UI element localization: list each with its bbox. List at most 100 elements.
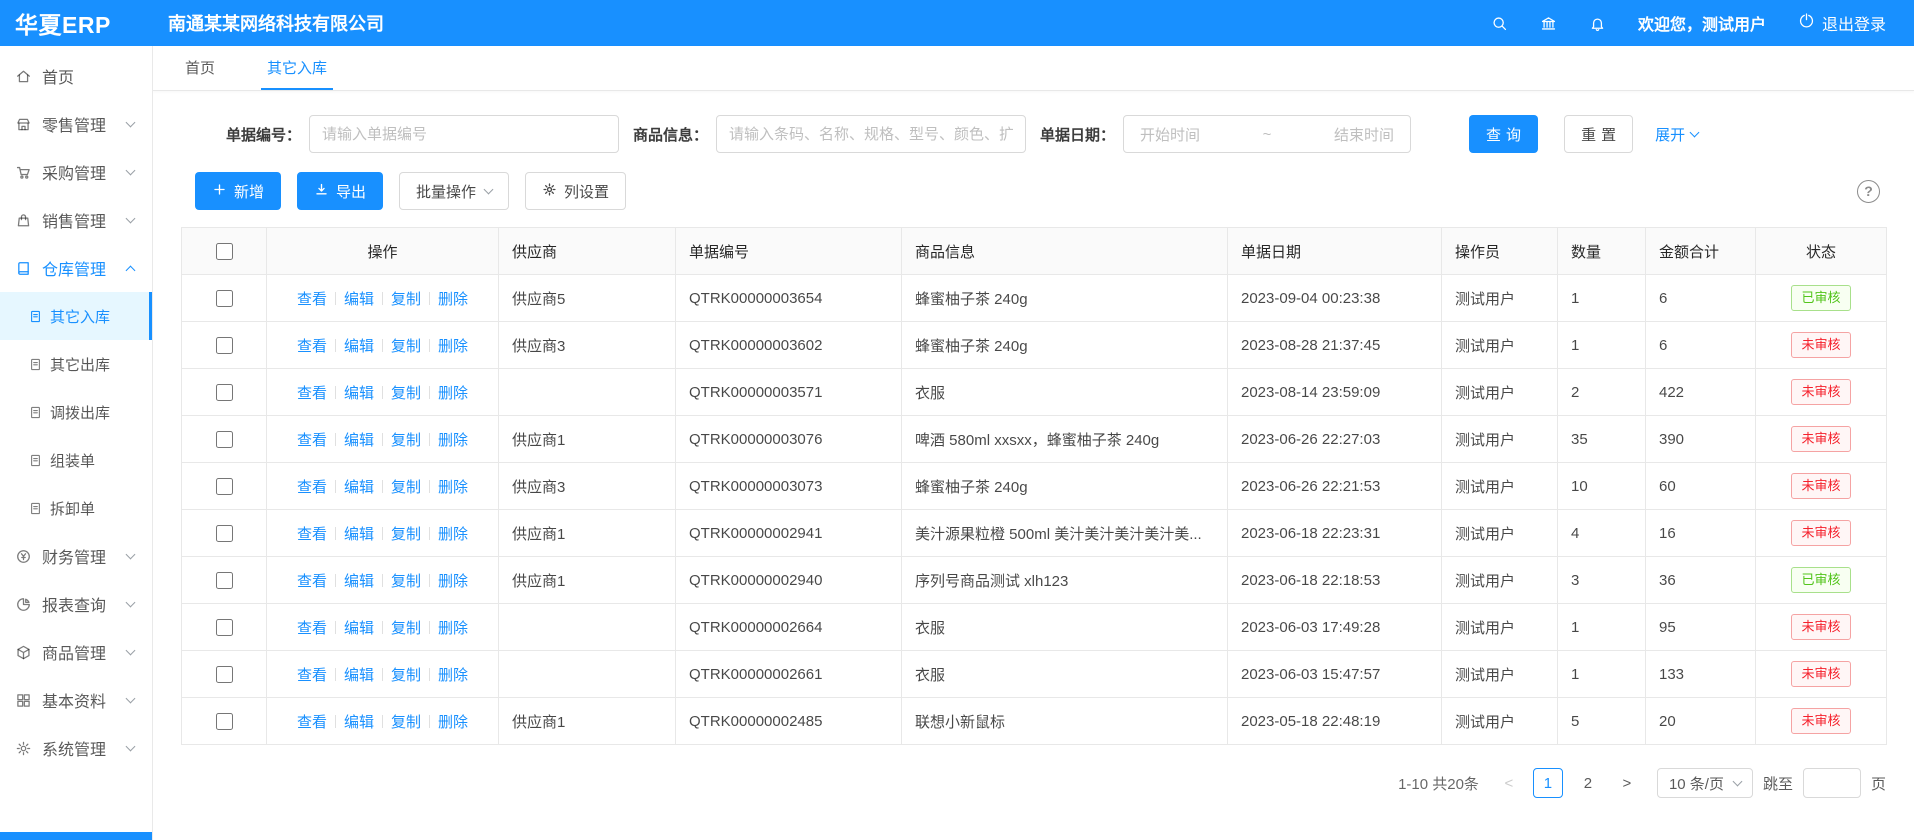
action-view[interactable]: 查看 xyxy=(297,526,327,543)
help-icon[interactable]: ? xyxy=(1857,180,1880,203)
action-view[interactable]: 查看 xyxy=(297,291,327,308)
action-delete[interactable]: 删除 xyxy=(438,338,468,355)
action-view[interactable]: 查看 xyxy=(297,714,327,731)
action-view[interactable]: 查看 xyxy=(297,479,327,496)
action-view[interactable]: 查看 xyxy=(297,573,327,590)
status-cell: 未审核 xyxy=(1756,322,1887,369)
doc-no-input[interactable] xyxy=(309,115,619,153)
sidebar-subitem-other-outbound[interactable]: 其它出库 xyxy=(0,340,152,388)
table-row: 查看编辑复制删除QTRK00000003571衣服2023-08-14 23:5… xyxy=(182,369,1887,416)
action-edit[interactable]: 编辑 xyxy=(344,385,374,402)
select-all-checkbox[interactable] xyxy=(216,243,233,260)
sidebar-item-warehouse[interactable]: 仓库管理 xyxy=(0,244,152,292)
action-delete[interactable]: 删除 xyxy=(438,714,468,731)
tab-home[interactable]: 首页 xyxy=(179,46,221,90)
row-checkbox[interactable] xyxy=(216,619,233,636)
sidebar-subitem-assembly-order[interactable]: 组装单 xyxy=(0,436,152,484)
row-checkbox[interactable] xyxy=(216,525,233,542)
doc-date-filter: 单据日期： 开始时间 ~ 结束时间 xyxy=(1040,115,1411,153)
sidebar-subitem-transfer-outbound[interactable]: 调拨出库 xyxy=(0,388,152,436)
sidebar-item-basic[interactable]: 基本资料 xyxy=(0,676,152,724)
action-edit[interactable]: 编辑 xyxy=(344,620,374,637)
sidebar-item-product[interactable]: 商品管理 xyxy=(0,628,152,676)
tab-other-inbound[interactable]: 其它入库 xyxy=(261,46,333,90)
notifications-icon[interactable] xyxy=(1589,15,1606,32)
action-copy[interactable]: 复制 xyxy=(391,667,421,684)
row-checkbox[interactable] xyxy=(216,572,233,589)
sidebar-scrollbar[interactable] xyxy=(0,832,152,840)
export-button[interactable]: 导出 xyxy=(297,172,383,210)
sidebar-subitem-disassembly-order[interactable]: 拆卸单 xyxy=(0,484,152,532)
action-delete[interactable]: 删除 xyxy=(438,573,468,590)
page-2[interactable]: 2 xyxy=(1573,768,1603,798)
sidebar-item-home[interactable]: 首页 xyxy=(0,52,152,100)
search-button[interactable]: 查询 xyxy=(1469,115,1538,153)
welcome-user[interactable]: 欢迎您，测试用户 xyxy=(1638,11,1766,35)
action-edit[interactable]: 编辑 xyxy=(344,432,374,449)
action-edit[interactable]: 编辑 xyxy=(344,714,374,731)
action-view[interactable]: 查看 xyxy=(297,338,327,355)
action-copy[interactable]: 复制 xyxy=(391,714,421,731)
action-copy[interactable]: 复制 xyxy=(391,620,421,637)
action-view[interactable]: 查看 xyxy=(297,620,327,637)
row-checkbox[interactable] xyxy=(216,478,233,495)
action-view[interactable]: 查看 xyxy=(297,432,327,449)
sidebar-item-system[interactable]: 系统管理 xyxy=(0,724,152,772)
action-delete[interactable]: 删除 xyxy=(438,479,468,496)
page-size-select[interactable]: 10 条/页 xyxy=(1657,768,1753,798)
date-range-picker[interactable]: 开始时间 ~ 结束时间 xyxy=(1123,115,1411,153)
page-1[interactable]: 1 xyxy=(1533,768,1563,798)
sidebar-item-retail[interactable]: 零售管理 xyxy=(0,100,152,148)
toolbar: 新增 导出 批量操作 列设置 ? xyxy=(195,172,1886,210)
sidebar-item-finance[interactable]: 财务管理 xyxy=(0,532,152,580)
action-edit[interactable]: 编辑 xyxy=(344,526,374,543)
action-copy[interactable]: 复制 xyxy=(391,432,421,449)
action-delete[interactable]: 删除 xyxy=(438,620,468,637)
search-icon[interactable] xyxy=(1491,15,1508,32)
sidebar-item-sales[interactable]: 销售管理 xyxy=(0,196,152,244)
action-edit[interactable]: 编辑 xyxy=(344,291,374,308)
batch-actions-button[interactable]: 批量操作 xyxy=(399,172,509,210)
action-copy[interactable]: 复制 xyxy=(391,385,421,402)
actions-cell: 查看编辑复制删除 xyxy=(267,510,499,557)
row-checkbox[interactable] xyxy=(216,431,233,448)
reset-button[interactable]: 重置 xyxy=(1564,115,1633,153)
sidebar-item-purchase[interactable]: 采购管理 xyxy=(0,148,152,196)
row-checkbox[interactable] xyxy=(216,337,233,354)
add-button[interactable]: 新增 xyxy=(195,172,281,210)
table-row: 查看编辑复制删除供应商1QTRK00000003076啤酒 580ml xxsx… xyxy=(182,416,1887,463)
expand-link[interactable]: 展开 xyxy=(1655,124,1698,145)
action-edit[interactable]: 编辑 xyxy=(344,573,374,590)
status-cell: 未审核 xyxy=(1756,604,1887,651)
action-edit[interactable]: 编辑 xyxy=(344,338,374,355)
row-checkbox[interactable] xyxy=(216,666,233,683)
row-checkbox[interactable] xyxy=(216,384,233,401)
action-copy[interactable]: 复制 xyxy=(391,526,421,543)
pagination: 1-10 共20条 < 12 > 10 条/页 跳至 页 xyxy=(181,768,1886,798)
row-checkbox[interactable] xyxy=(216,290,233,307)
status-badge: 未审核 xyxy=(1791,426,1850,452)
action-delete[interactable]: 删除 xyxy=(438,526,468,543)
action-edit[interactable]: 编辑 xyxy=(344,667,374,684)
sidebar-item-report[interactable]: 报表查询 xyxy=(0,580,152,628)
action-copy[interactable]: 复制 xyxy=(391,479,421,496)
action-copy[interactable]: 复制 xyxy=(391,338,421,355)
pagination-next[interactable]: > xyxy=(1613,768,1641,798)
jump-page-input[interactable] xyxy=(1803,768,1861,798)
action-delete[interactable]: 删除 xyxy=(438,385,468,402)
action-copy[interactable]: 复制 xyxy=(391,291,421,308)
action-copy[interactable]: 复制 xyxy=(391,573,421,590)
logout-button[interactable]: 退出登录 xyxy=(1798,11,1886,35)
product-info-input[interactable] xyxy=(716,115,1026,153)
platform-icon[interactable] xyxy=(1540,15,1557,32)
action-delete[interactable]: 删除 xyxy=(438,432,468,449)
sidebar-subitem-other-inbound[interactable]: 其它入库 xyxy=(0,292,152,340)
action-edit[interactable]: 编辑 xyxy=(344,479,374,496)
pagination-prev[interactable]: < xyxy=(1495,768,1523,798)
column-settings-button[interactable]: 列设置 xyxy=(525,172,626,210)
action-view[interactable]: 查看 xyxy=(297,385,327,402)
action-delete[interactable]: 删除 xyxy=(438,667,468,684)
action-view[interactable]: 查看 xyxy=(297,667,327,684)
row-checkbox[interactable] xyxy=(216,713,233,730)
action-delete[interactable]: 删除 xyxy=(438,291,468,308)
